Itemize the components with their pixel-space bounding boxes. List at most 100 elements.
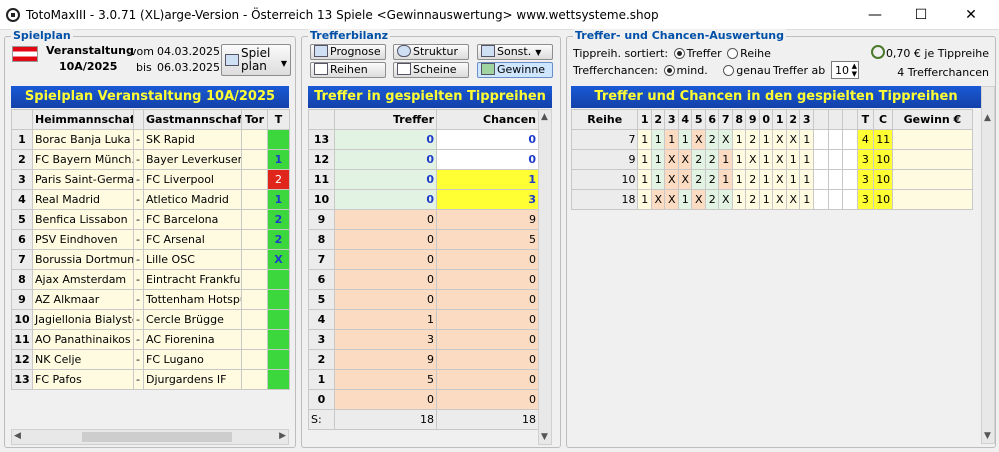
away-team: Cercle Brügge [143,309,242,330]
sonst-button[interactable]: Sonst. ▼ [477,44,553,60]
match-number: 4 [11,189,33,210]
scroll-left-icon[interactable]: ◀ [14,431,21,441]
prognose-icon [314,45,328,57]
match-row[interactable]: 2 FC Bayern Münch... - Bayer Leverkusen 1 [11,149,290,170]
tor-cell[interactable] [241,129,268,150]
info-price: 0,70 € je Tippreihe [885,47,989,60]
tip-cell: X [664,169,679,190]
tip-cell: 1 [718,149,733,170]
match-row[interactable]: 5 Benfica Lissabon - FC Barcelona 2 [11,209,290,230]
col-game: 1 [772,109,787,130]
tor-cell[interactable] [241,289,268,310]
treffer-count: 2 [308,349,335,370]
match-row[interactable]: 3 Paris Saint-Germain - FC Liverpool 2 [11,169,290,190]
tip-cell: 2 [705,169,720,190]
trefferbilanz-row: 805 [308,229,539,250]
gewinne-label: Gewinne [497,63,546,76]
chance-genau-radio[interactable] [723,65,735,76]
aw-scroll-down-icon[interactable]: ▼ [984,431,991,441]
match-row[interactable]: 4 Real Madrid - Atletico Madrid 1 [11,189,290,210]
auswertung-row[interactable]: 7 1 1 1 1 X 2 X 1 2 1 X X 1 4 11 [570,129,974,150]
treffer-ab-label: Treffer ab [773,64,826,77]
sum-treffer: 18 [334,409,437,430]
treffer-value: 1 [334,309,437,330]
tip-cell: 1 [799,129,814,150]
treffer-total: 4 [856,129,875,150]
magnifier-icon[interactable] [871,45,885,59]
prognose-button[interactable]: Prognose [310,44,386,60]
match-row[interactable]: 6 PSV Eindhoven - FC Arsenal 2 [11,229,290,250]
chancen-value: 5 [436,229,539,250]
result-tip: 2 [267,169,290,190]
aw-scroll-up-icon[interactable]: ▲ [984,113,991,123]
reihen-list-icon [314,63,328,75]
trefferbilanz-vertical-scrollbar[interactable]: ▲ ▼ [538,109,552,445]
chancen-value: 0 [436,369,539,390]
spin-up-down-icon[interactable]: ▲ ▼ [852,62,857,78]
match-row[interactable]: 10Jagiellonia Bialystok-Cercle Brügge [11,309,290,330]
treffer-total: 3 [856,169,875,190]
close-button[interactable]: ✕ [948,3,994,27]
scroll-down-icon[interactable]: ▼ [541,432,548,442]
treffer-ab-value[interactable]: 10 [835,64,849,77]
maximize-button[interactable]: ☐ [898,3,944,27]
match-row[interactable]: 8 Ajax Amsterdam - Eintracht Frankfurt [11,269,290,290]
match-row[interactable]: 9 AZ Alkmaar - Tottenham Hotspur [11,289,290,310]
sort-label: Tippreih. sortiert: [573,47,669,60]
away-team: Djurgardens IF [143,369,242,390]
chancen-value: 0 [436,289,539,310]
treffer-value: 0 [334,129,437,150]
chance-mind-radio[interactable] [663,65,675,76]
tor-cell[interactable] [241,309,268,330]
tor-cell[interactable] [241,229,268,250]
auswertung-header-row: Reihe 1 2 3 4 5 6 7 8 9 0 1 2 3 T C Gewinn € [570,109,974,130]
tor-cell[interactable] [241,149,268,170]
reihen-button[interactable]: Reihen [310,62,386,78]
scroll-up-icon[interactable]: ▲ [541,112,548,122]
match-row[interactable]: 11 AO Panathinaikos - AC Fiorenina [11,329,290,350]
treffer-total: 3 [856,149,875,170]
auswertung-vertical-scrollbar[interactable]: ▲ ▼ [981,86,995,444]
treffer-ab-spinner[interactable]: 10 ▲ ▼ [831,61,859,79]
tip-cell: X [772,149,787,170]
away-team: Bayer Leverkusen [143,149,242,170]
auswertung-header: Treffer und Chancen in den gespielten Ti… [571,86,981,108]
tor-cell[interactable] [241,329,268,350]
gewinne-button[interactable]: Gewinne [477,62,553,78]
title-bar: TotoMaxIII - 3.0.71 (XL)arge-Version - Ö… [0,0,999,30]
match-row[interactable]: 13 FC Pafos - Djurgardens IF [11,369,290,390]
tor-cell[interactable] [241,169,268,190]
spielplan-button[interactable]: Spiel plan ▼ [221,44,291,76]
home-team: Borac Banja Luka [32,129,134,150]
tor-cell[interactable] [241,189,268,210]
treffer-value: 0 [334,149,437,170]
minimize-button[interactable]: — [852,3,898,27]
result-tip [267,129,290,150]
trefferbilanz-row: 330 [308,329,539,350]
sort-treffer-radio[interactable] [673,48,685,59]
tip-cell: X [786,129,801,150]
spielplan-horizontal-scrollbar[interactable]: ◀ ▶ [11,429,289,445]
away-team: Atletico Madrid [143,189,242,210]
match-row[interactable]: 1 Borac Banja Luka - SK Rapid [11,129,290,150]
scroll-thumb[interactable] [82,432,232,442]
tip-cell: 1 [718,169,733,190]
reihe-number: 7 [570,129,639,150]
struktur-button[interactable]: Struktur [393,44,469,60]
col-tor: Tor [241,109,268,130]
auswertung-row[interactable]: 10 1 1 X X 2 2 1 1 2 1 X 1 1 3 10 [570,169,974,190]
tor-cell[interactable] [241,209,268,230]
auswertung-row[interactable]: 18 1 X X 1 X 2 X 1 2 1 X X 1 3 10 [570,189,974,210]
match-row[interactable]: 12 NK Celje - FC Lugano [11,349,290,370]
tor-cell[interactable] [241,349,268,370]
scheine-button[interactable]: Scheine [393,62,469,78]
tor-cell[interactable] [241,369,268,390]
trefferbilanz-row: 700 [308,249,539,270]
scroll-right-icon[interactable]: ▶ [279,431,286,441]
tor-cell[interactable] [241,269,268,290]
col-t: T [267,109,290,130]
tor-cell[interactable] [241,249,268,270]
sort-reihe-radio[interactable] [727,48,739,59]
match-row[interactable]: 7 Borussia Dortmund - Lille OSC X [11,249,290,270]
auswertung-row[interactable]: 9 1 1 X X 2 2 1 1 X 1 X 1 1 3 10 [570,149,974,170]
